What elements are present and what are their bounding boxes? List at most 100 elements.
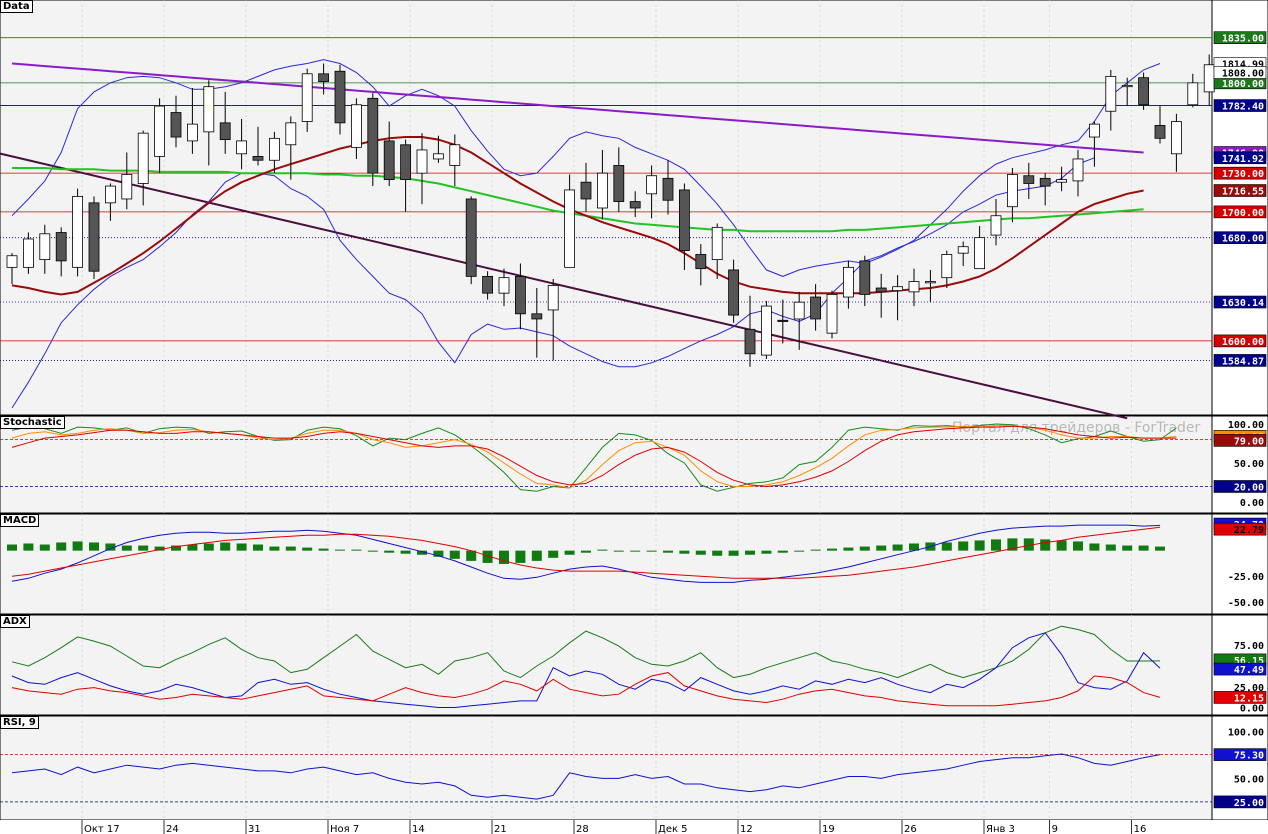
candle-body — [547, 285, 559, 311]
candle-body — [1023, 175, 1035, 184]
x-axis-label: 16 — [1134, 824, 1147, 834]
candle-body — [695, 254, 707, 270]
candle-body — [498, 277, 510, 294]
candle-body — [629, 201, 641, 209]
macd-histogram-bar — [695, 550, 706, 555]
candle-body — [515, 275, 526, 315]
price-level-label: 1730.00 — [1222, 169, 1264, 180]
macd-pane-title: MACD — [0, 514, 40, 527]
candle-body — [957, 246, 969, 254]
candle-body — [843, 266, 854, 298]
candle-body — [22, 238, 34, 268]
macd-histogram-bar — [302, 547, 313, 551]
candle-body — [925, 281, 936, 284]
candle-body — [1007, 174, 1018, 208]
macd-histogram-bar — [531, 550, 542, 561]
macd-histogram-bar — [253, 544, 263, 551]
x-axis-label: 28 — [576, 824, 589, 834]
adx-tick: 75.00 — [1234, 641, 1264, 652]
stochastic-pane-title: Stochastic — [0, 416, 65, 429]
macd-histogram-bar — [613, 550, 624, 552]
candle-body — [55, 232, 67, 262]
macd-signal-value-label: 22.79 — [1234, 525, 1264, 536]
rsi-level-label: 25.00 — [1234, 798, 1264, 809]
macd-histogram-bar — [974, 540, 985, 551]
adx-minus-value-label: 12.15 — [1234, 693, 1264, 704]
candle-body — [892, 286, 903, 291]
macd-histogram-bar — [712, 550, 723, 556]
macd-histogram-bar — [269, 546, 280, 551]
candle-body — [268, 137, 280, 161]
candle-body — [990, 215, 1002, 236]
price-value-label: 1808.00 — [1222, 69, 1264, 80]
financial-chart: 1835.00 1800.00 1782.40 1730.00 1700.00 1680.… — [0, 0, 1268, 834]
macd-histogram-bar — [1138, 545, 1149, 551]
candle-body — [432, 153, 444, 160]
macd-histogram-bar — [384, 550, 395, 553]
candle-body — [449, 144, 461, 166]
candle-body — [875, 287, 887, 293]
stochastic-tick: 50.00 — [1234, 459, 1264, 470]
candle-body — [974, 237, 985, 270]
macd-histogram-bar — [318, 548, 329, 551]
candle-body — [941, 254, 953, 279]
candle-body — [318, 73, 330, 82]
macd-tick: -25.00 — [1228, 572, 1264, 583]
x-axis-label: 26 — [904, 824, 917, 834]
candle-body — [301, 73, 313, 122]
macd-histogram-bar — [581, 550, 591, 553]
candle-body — [1138, 77, 1149, 106]
macd-histogram-bar — [646, 550, 657, 552]
price-value-label: 1716.55 — [1222, 187, 1264, 198]
candle-body — [679, 189, 690, 251]
x-axis-label: 24 — [166, 824, 179, 834]
macd-histogram-bar — [449, 550, 460, 559]
candle-body — [1203, 64, 1215, 93]
macd-histogram-bar — [564, 550, 575, 555]
adx-tick: 0.00 — [1240, 704, 1264, 715]
candle-body — [88, 202, 100, 272]
candle-body — [334, 70, 346, 124]
macd-histogram-bar — [597, 549, 608, 551]
price-level-label: 1600.00 — [1222, 337, 1264, 348]
rsi-tick: 50.00 — [1234, 774, 1264, 785]
x-axis-label: Окт 17 — [84, 824, 120, 834]
macd-histogram-bar — [7, 544, 17, 551]
candle-body — [203, 86, 215, 133]
macd-histogram-bar — [941, 542, 952, 551]
candle-body — [1039, 177, 1051, 187]
candle-body — [416, 149, 428, 174]
price-level-label: 1584.87 — [1222, 356, 1264, 367]
macd-histogram-bar — [548, 550, 559, 558]
candle-body — [1154, 125, 1166, 139]
candle-body — [1072, 158, 1084, 182]
macd-histogram-bar — [630, 550, 641, 552]
macd-histogram-bar — [859, 546, 870, 551]
macd-histogram-bar — [1155, 546, 1165, 551]
stochastic-value-label: 20.00 — [1234, 482, 1264, 493]
x-axis-label: 19 — [822, 824, 835, 834]
macd-histogram-bar — [1122, 545, 1133, 551]
macd-tick: -50.00 — [1228, 598, 1264, 609]
candle-body — [383, 140, 395, 181]
macd-histogram-bar — [1105, 544, 1116, 551]
candle-body — [1056, 179, 1067, 183]
macd-histogram-bar — [958, 541, 969, 551]
price-level-label: 1835.00 — [1222, 34, 1264, 45]
macd-histogram-bar — [39, 544, 50, 551]
candle-body — [285, 122, 297, 146]
candle-body — [219, 122, 231, 141]
candle-body — [1187, 82, 1199, 106]
macd-histogram-bar — [138, 545, 149, 551]
pane-background-4 — [0, 715, 1213, 821]
macd-histogram-bar — [335, 549, 345, 551]
candle-body — [646, 175, 657, 195]
pane-background-2 — [0, 513, 1213, 615]
candle-body — [728, 269, 739, 316]
macd-histogram-bar — [351, 549, 362, 551]
candle-body — [72, 195, 83, 268]
candle-body — [236, 140, 248, 155]
macd-histogram-bar — [1089, 543, 1100, 551]
candle-body — [39, 233, 51, 261]
candle-body — [810, 296, 821, 320]
